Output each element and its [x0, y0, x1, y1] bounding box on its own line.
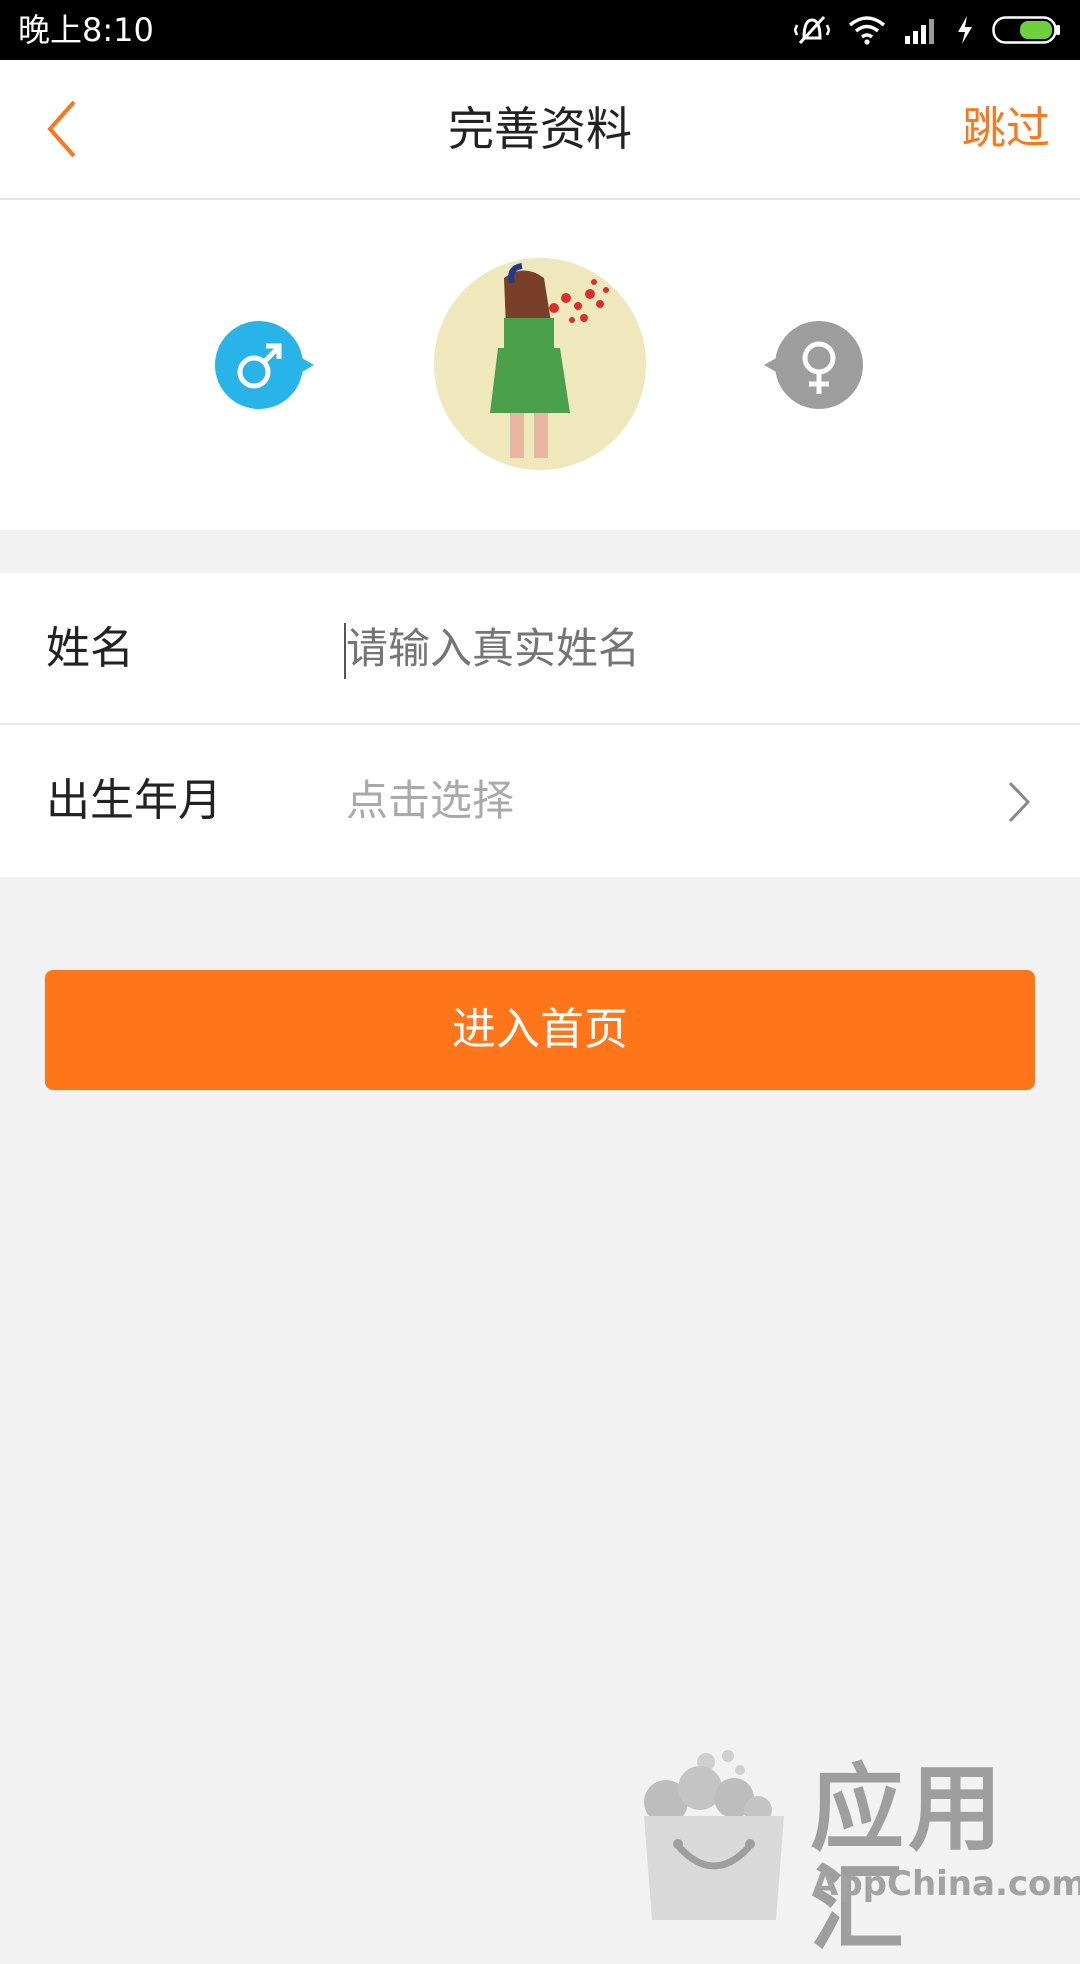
- header: 完善资料 跳过: [0, 60, 1080, 200]
- signal-icon: [905, 19, 934, 44]
- enter-home-button[interactable]: 进入首页: [45, 970, 1035, 1090]
- avatar-illustration: [434, 258, 646, 470]
- name-input[interactable]: [346, 621, 946, 677]
- female-symbol-icon: [764, 321, 863, 409]
- status-bar: 晚上8:10: [0, 0, 1080, 60]
- status-icons: [794, 12, 1062, 48]
- watermark: 应用汇 AppChina.com: [636, 1740, 1080, 1960]
- status-time: 晚上8:10: [18, 11, 154, 49]
- wifi-icon: [848, 16, 886, 45]
- watermark-subtext: AppChina.com: [812, 1864, 1080, 1904]
- appchina-logo-icon: [644, 1750, 784, 1920]
- male-symbol-icon: [215, 321, 314, 409]
- profile-form: 姓名 出生年月 点击选择: [0, 573, 1080, 877]
- charging-icon: [958, 16, 972, 44]
- name-row: 姓名: [0, 573, 1080, 725]
- birth-row[interactable]: 出生年月 点击选择: [0, 725, 1080, 877]
- page-title: 完善资料: [448, 102, 632, 156]
- birth-value[interactable]: 点击选择: [346, 773, 946, 829]
- male-gender-button[interactable]: [214, 320, 314, 410]
- birth-label: 出生年月: [46, 775, 222, 826]
- chevron-right-icon: [1008, 781, 1031, 823]
- watermark-text: 应用汇: [810, 1755, 1007, 1964]
- female-gender-button[interactable]: [764, 320, 864, 410]
- mute-vibrate-icon: [794, 15, 830, 45]
- avatar[interactable]: [434, 258, 646, 470]
- avatar-section: [0, 200, 1080, 530]
- name-label: 姓名: [46, 623, 134, 674]
- battery-icon: [992, 16, 1060, 44]
- skip-button[interactable]: 跳过: [962, 100, 1050, 158]
